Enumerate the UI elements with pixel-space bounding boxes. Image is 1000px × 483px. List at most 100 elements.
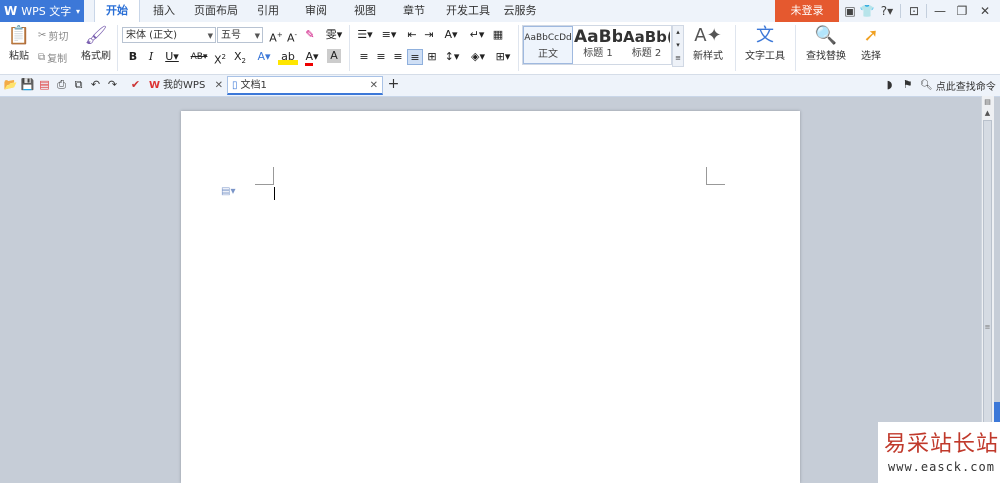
help-icon[interactable]: ?▾ — [877, 3, 897, 19]
app-menu-button[interactable]: W WPS 文字 ▾ — [0, 0, 84, 22]
undo-icon[interactable]: ↶ — [88, 77, 103, 92]
distribute-icon[interactable]: ⊞ — [424, 49, 440, 65]
tab-chapter[interactable]: 章节 — [398, 0, 430, 22]
margin-mark-right — [706, 167, 707, 185]
font-size-select[interactable]: 五号 ▼ — [217, 27, 263, 43]
scroll-up-icon[interactable]: ▲ — [983, 109, 992, 118]
align-right-icon[interactable]: ≡ — [390, 49, 406, 65]
strikethrough-icon[interactable]: AB▾ — [186, 49, 212, 65]
divider — [926, 4, 927, 18]
command-search[interactable]: 🔍︎ 点此查找命令 — [920, 77, 996, 93]
text-effect-icon[interactable]: A▾ — [254, 49, 274, 65]
divider — [900, 4, 901, 18]
tab-view[interactable]: 视图 — [349, 0, 381, 22]
chevron-down-icon: ▾ — [75, 6, 80, 16]
increase-indent-icon[interactable]: ⇥ — [421, 27, 437, 43]
print-icon[interactable]: ⎙ — [54, 77, 69, 92]
chevron-down-icon: ▼ — [254, 32, 260, 40]
restore-icon[interactable]: ❐ — [954, 3, 970, 19]
find-replace-button[interactable]: 🔍 查找替换 — [801, 25, 851, 62]
new-tab-icon[interactable]: + — [386, 77, 401, 92]
redo-icon[interactable]: ↷ — [105, 77, 120, 92]
text-tools-button[interactable]: 文 文字工具 — [740, 25, 790, 62]
numbered-list-icon[interactable]: ≡▾ — [378, 27, 400, 43]
shirt-icon[interactable]: 👕 — [859, 3, 875, 19]
close-icon[interactable]: ✕ — [370, 76, 378, 95]
char-shading-icon[interactable]: A — [327, 49, 341, 63]
fullscreen-icon[interactable]: ⊡ — [906, 3, 922, 19]
copy-button[interactable]: ⧉ 复制 — [38, 50, 67, 65]
style-label: 标题 1 — [583, 48, 613, 59]
grow-font-icon[interactable]: A+ — [268, 27, 284, 45]
select-button[interactable]: ➚ 选择 — [854, 25, 888, 62]
font-color-icon[interactable]: A▾ — [302, 49, 322, 66]
chevron-down-icon: ▼ — [207, 32, 213, 40]
line-spacing-icon[interactable]: ↕▾ — [441, 49, 463, 65]
close-icon[interactable]: ✕ — [215, 76, 223, 95]
paragraph-menu-icon[interactable]: ▤▾ — [221, 186, 235, 197]
italic-icon[interactable]: I — [143, 49, 159, 65]
close-icon[interactable]: ✕ — [977, 3, 993, 19]
tab-cloud[interactable]: 云服务 — [500, 0, 540, 22]
pin-icon[interactable]: ⚑ — [900, 77, 915, 92]
clear-format-icon[interactable]: ✎ — [302, 27, 318, 43]
highlight-icon[interactable]: ab — [278, 49, 298, 65]
tab-developer[interactable]: 开发工具 — [442, 0, 494, 22]
find-replace-icon: 🔍 — [814, 25, 838, 46]
style-label: 标题 2 — [631, 48, 662, 59]
print-preview-icon[interactable]: ⧉ — [71, 77, 86, 92]
font-name-select[interactable]: 宋体 (正文) ▼ — [122, 27, 216, 43]
side-panel-toggle[interactable] — [994, 402, 1000, 422]
shrink-font-icon[interactable]: A- — [284, 27, 300, 45]
cut-button[interactable]: ✂ 剪切 — [38, 28, 68, 43]
tab-label: 文档1 — [240, 79, 267, 91]
bullet-list-icon[interactable]: ☰▾ — [354, 27, 376, 43]
save-icon[interactable]: 💾 — [20, 77, 35, 92]
pdf-icon[interactable]: ▤ — [37, 77, 52, 92]
paste-button[interactable]: 📋 粘贴 — [4, 25, 34, 62]
scroll-grip-icon: ≡ — [984, 323, 991, 331]
phonetic-guide-icon[interactable]: 雯▾ — [322, 27, 346, 43]
superscript-icon[interactable]: X2 — [212, 49, 228, 67]
split-view-icon[interactable]: ▤ — [983, 98, 992, 107]
bold-icon[interactable]: B — [125, 49, 141, 65]
open-icon[interactable]: 📂 — [3, 77, 18, 92]
login-button[interactable]: 未登录 — [775, 0, 839, 22]
skin-icon[interactable]: ▣ — [842, 3, 858, 19]
select-label: 选择 — [861, 51, 881, 62]
justify-icon[interactable]: ≡ — [407, 49, 423, 65]
doc-info-icon[interactable]: ◗ — [882, 77, 897, 92]
align-left-icon[interactable]: ≡ — [356, 49, 372, 65]
new-style-button[interactable]: A✦ 新样式 — [688, 25, 728, 62]
chinese-layout-icon[interactable]: A▾ — [440, 27, 462, 43]
tab-references[interactable]: 引用 — [252, 0, 284, 22]
tab-review[interactable]: 审阅 — [300, 0, 332, 22]
tab-my-wps[interactable]: W 我的WPS ✕ — [145, 76, 227, 95]
tab-page-layout[interactable]: 页面布局 — [190, 0, 242, 22]
style-heading-2[interactable]: AaBb( 标题 2 — [623, 26, 670, 64]
tab-insert[interactable]: 插入 — [146, 0, 182, 22]
borders-icon[interactable]: ⊞▾ — [492, 49, 514, 65]
scissors-icon: ✂ — [38, 30, 47, 41]
find-replace-label: 查找替换 — [806, 51, 846, 62]
shading-icon[interactable]: ◈▾ — [467, 49, 489, 65]
styles-scroll-button[interactable]: ▴ ▾ ≡ — [672, 25, 684, 67]
minimize-icon[interactable]: — — [932, 3, 948, 19]
format-painter-button[interactable]: 🖌 格式刷 — [80, 25, 112, 62]
decrease-indent-icon[interactable]: ⇤ — [404, 27, 420, 43]
style-heading-1[interactable]: AaBb 标题 1 — [574, 26, 622, 64]
customize-toolbar-icon[interactable]: ✔ — [128, 77, 143, 92]
tab-document-1[interactable]: ▯ 文档1 ✕ — [227, 76, 383, 95]
tab-home[interactable]: 开始 — [94, 0, 140, 23]
show-hide-marks-icon[interactable]: ↵▾ — [467, 27, 487, 43]
clipboard-icon: 📋 — [7, 25, 31, 46]
align-center-icon[interactable]: ≡ — [373, 49, 389, 65]
table-icon[interactable]: ▦ — [490, 27, 506, 43]
underline-icon[interactable]: U▾ — [161, 49, 183, 65]
font-size-value: 五号 — [221, 30, 241, 41]
cursor-icon: ➚ — [863, 25, 879, 46]
subscript-icon[interactable]: X2 — [232, 49, 248, 65]
divider — [349, 25, 350, 71]
style-normal[interactable]: AaBbCcDd 正文 — [523, 26, 573, 64]
styles-gallery: AaBbCcDd 正文 AaBb 标题 1 AaBb( 标题 2 — [522, 25, 672, 65]
